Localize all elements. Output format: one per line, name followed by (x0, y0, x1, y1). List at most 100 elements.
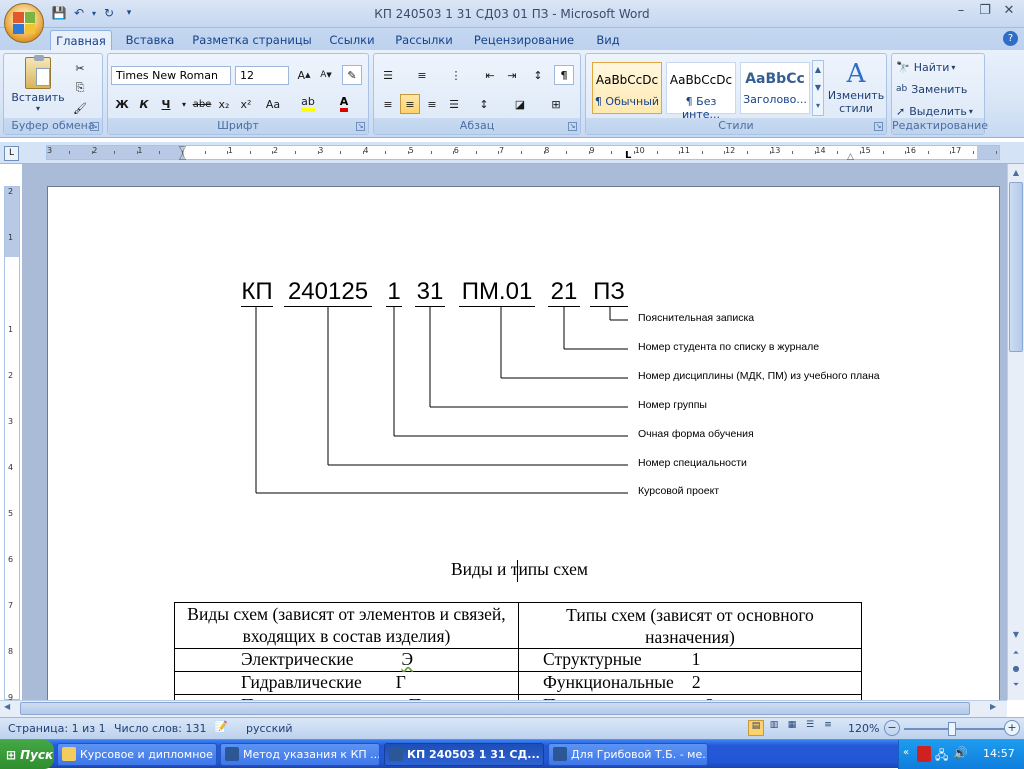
paste-button[interactable]: Вставить ▾ (11, 55, 65, 114)
scheme-kind-code: Э (401, 649, 414, 669)
format-painter-icon[interactable]: 🖌 (70, 98, 90, 118)
spelling-check-icon[interactable]: 📝 (214, 720, 228, 733)
font-size-combo[interactable]: 12 (235, 66, 289, 85)
horizontal-scrollbar[interactable]: ◀ ▶ (0, 700, 1007, 717)
tab-insert[interactable]: Вставка (120, 30, 180, 50)
outline-icon[interactable]: ☰ (802, 720, 818, 736)
scroll-right-icon[interactable]: ▶ (990, 702, 996, 711)
clipboard-launcher-icon[interactable]: ↘ (90, 122, 99, 131)
underline-button[interactable]: Ч (156, 94, 176, 114)
vertical-scrollbar[interactable]: ▲ ▼ ⏶ ● ⏷ (1007, 164, 1024, 700)
browse-object-icon[interactable]: ● (1009, 662, 1023, 676)
copy-icon[interactable]: ⎘ (70, 78, 90, 98)
office-button[interactable] (4, 3, 44, 43)
tab-stop-icon[interactable]: L (625, 150, 631, 161)
ruler-number: 2 (8, 187, 14, 196)
close-button[interactable]: ✕ (998, 2, 1020, 20)
restore-button[interactable]: ❐ (974, 2, 996, 20)
show-marks-icon[interactable]: ¶ (554, 65, 574, 85)
sort-icon[interactable]: ↕ (528, 65, 548, 85)
styles-launcher-icon[interactable]: ↘ (874, 122, 883, 131)
find-button[interactable]: 🔭 Найти ▾ (896, 58, 955, 76)
zoom-slider[interactable] (904, 728, 1014, 730)
taskbar-item[interactable]: Курсовое и дипломное ... (57, 743, 217, 766)
hscroll-thumb[interactable] (20, 702, 970, 715)
draft-icon[interactable]: ≡ (820, 720, 836, 736)
scroll-thumb[interactable] (1009, 182, 1023, 352)
horizontal-ruler[interactable]: 3 2 1 1 2 3 4 5 6 7 8 9 10 11 12 13 14 15 16 17 ▽ △ L △ (46, 145, 1000, 162)
scroll-left-icon[interactable]: ◀ (4, 702, 10, 711)
replace-button[interactable]: ab Заменить (896, 80, 967, 98)
next-page-icon[interactable]: ⏷ (1009, 678, 1023, 692)
clock[interactable]: 14:57 (983, 747, 1015, 760)
tab-home[interactable]: Главная (50, 30, 112, 50)
strikethrough-button[interactable]: abe (192, 94, 212, 114)
decrease-indent-icon[interactable]: ⇤ (480, 65, 500, 85)
tab-page-layout[interactable]: Разметка страницы (190, 30, 314, 50)
align-right-icon[interactable]: ≡ (422, 94, 442, 114)
print-layout-icon[interactable]: ▤ (748, 720, 764, 736)
full-screen-reading-icon[interactable]: ▥ (766, 720, 782, 736)
help-icon[interactable]: ? (1003, 31, 1018, 46)
shading-icon[interactable]: ◪ (510, 94, 530, 114)
tab-review[interactable]: Рецензирование (466, 30, 582, 50)
document-page[interactable]: КП 240125 1 31 ПМ.01 21 ПЗ Пояснительная запис… (47, 186, 1000, 706)
acrobat-icon[interactable] (917, 746, 931, 762)
font-color-icon[interactable]: A (334, 94, 354, 114)
cut-icon[interactable]: ✂ (70, 58, 90, 78)
styles-scroll-icon[interactable]: ▲ ▼ ▾ (812, 60, 824, 116)
clear-formatting-icon[interactable]: ✎ (342, 65, 362, 85)
web-layout-icon[interactable]: ▦ (784, 720, 800, 736)
tray-expand-icon[interactable]: « (903, 747, 909, 758)
italic-button[interactable]: К (134, 94, 154, 114)
line-spacing-icon[interactable]: ↕ (474, 94, 494, 114)
network-icon[interactable]: 🖧 (935, 746, 948, 767)
taskbar-item[interactable]: Для Грибовой Т.Б. - ме... (548, 743, 708, 766)
tab-selector-button[interactable]: L (4, 146, 19, 161)
numbering-icon[interactable]: ≡ (412, 65, 432, 85)
justify-icon[interactable]: ☰ (444, 94, 464, 114)
increase-indent-icon[interactable]: ⇥ (502, 65, 522, 85)
grow-font-icon[interactable]: A ▲ (294, 65, 314, 85)
shrink-font-icon[interactable]: A ▼ (316, 65, 336, 85)
tab-mailings[interactable]: Рассылки (390, 30, 458, 50)
volume-icon[interactable]: 🔊 (953, 746, 968, 760)
prev-page-icon[interactable]: ⏶ (1009, 646, 1023, 660)
underline-dropdown-icon[interactable]: ▾ (174, 94, 194, 114)
vertical-ruler[interactable]: 21123456789 (4, 186, 20, 702)
font-name-combo[interactable]: Times New Roman (111, 66, 231, 85)
zoom-in-icon[interactable]: + (1004, 720, 1020, 736)
minimize-button[interactable]: – (950, 2, 972, 20)
scroll-up-icon[interactable]: ▲ (1009, 166, 1023, 180)
multilevel-list-icon[interactable]: ⋮ (446, 65, 466, 85)
superscript-button[interactable]: x² (236, 94, 256, 114)
taskbar-item[interactable]: Метод указания к КП ... (220, 743, 380, 766)
left-indent-icon[interactable]: △ (179, 152, 186, 162)
style-no-spacing[interactable]: AaBbCcDc ¶ Без инте... (666, 62, 736, 121)
borders-icon[interactable]: ⊞ (546, 94, 566, 114)
start-button[interactable]: ⊞ Пуск (0, 740, 54, 769)
zoom-out-icon[interactable]: − (884, 720, 900, 736)
highlight-icon[interactable]: ab (298, 94, 318, 114)
align-center-icon[interactable]: ≡ (400, 94, 420, 114)
zoom-level[interactable]: 120% (848, 722, 879, 735)
tab-view[interactable]: Вид (590, 30, 626, 50)
page-count[interactable]: Страница: 1 из 1 (8, 722, 106, 735)
word-count[interactable]: Число слов: 131 (114, 722, 207, 735)
bold-button[interactable]: Ж (112, 94, 132, 114)
bullets-icon[interactable]: ☰ (378, 65, 398, 85)
paragraph-launcher-icon[interactable]: ↘ (568, 122, 577, 131)
scroll-down-icon[interactable]: ▼ (1009, 628, 1023, 642)
tab-references[interactable]: Ссылки (322, 30, 382, 50)
change-styles-button[interactable]: A Изменить стили (826, 56, 886, 118)
align-left-icon[interactable]: ≡ (378, 94, 398, 114)
subscript-button[interactable]: x₂ (214, 94, 234, 114)
taskbar-item[interactable]: КП 240503 1 31 СД... (384, 743, 544, 766)
style-normal[interactable]: AaBbCcDc ¶ Обычный (592, 62, 662, 114)
font-launcher-icon[interactable]: ↘ (356, 122, 365, 131)
change-case-button[interactable]: Aa (260, 94, 286, 114)
style-heading[interactable]: AaBbCc Заголово... (740, 62, 810, 114)
right-indent-icon[interactable]: △ (847, 152, 854, 162)
language-indicator[interactable]: русский (246, 722, 293, 735)
zoom-slider-thumb[interactable] (948, 722, 956, 736)
